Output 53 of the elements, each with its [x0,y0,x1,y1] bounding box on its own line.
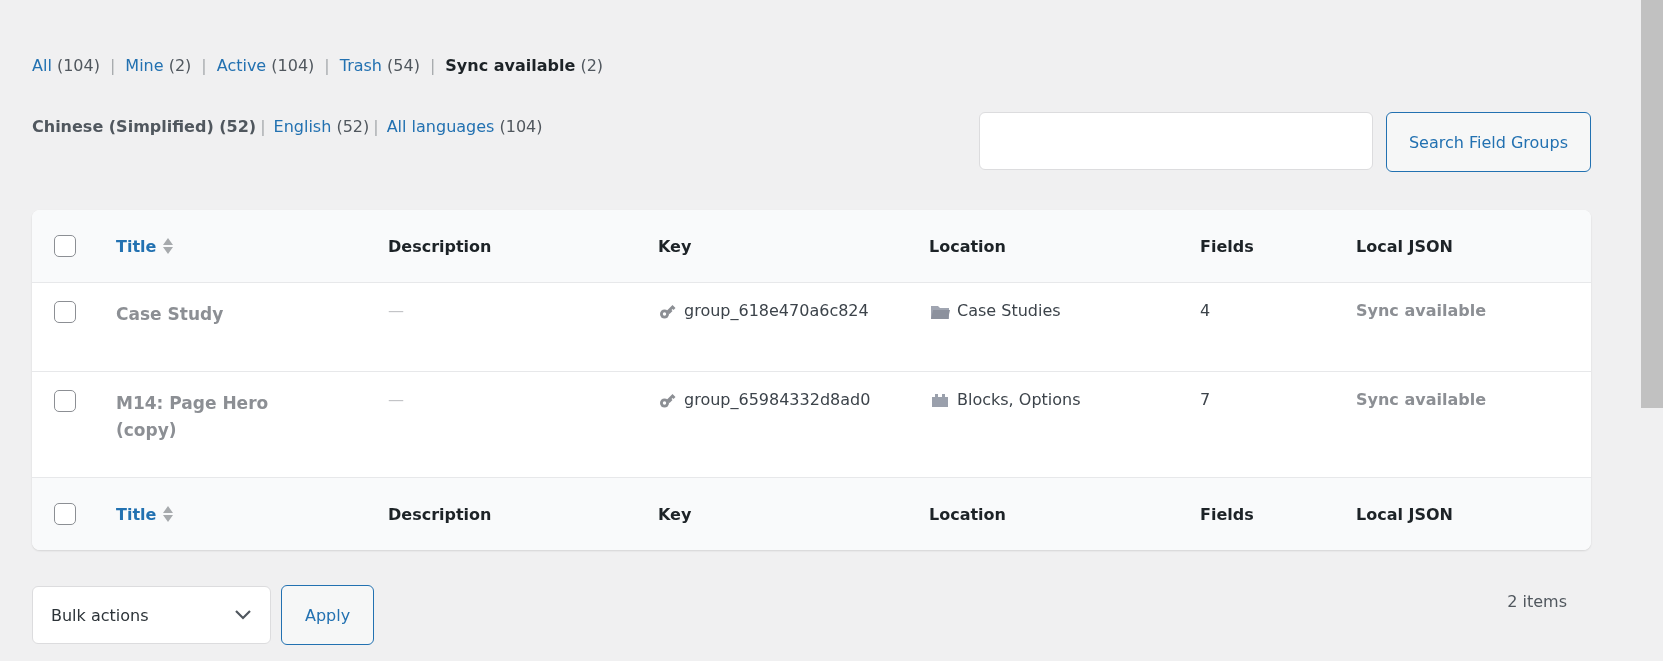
checkbox[interactable] [54,235,76,257]
separator: | [260,117,266,136]
column-header: Fields [1200,236,1254,256]
search-field[interactable] [978,112,1373,170]
separator: | [324,56,330,75]
key-icon [658,302,678,319]
scrollbar[interactable] [1641,0,1663,408]
filter-link[interactable]: Active (104) [216,56,315,75]
column-header: Key [658,504,692,524]
row-title-link[interactable]: Case Study [116,301,224,329]
column-header: Local JSON [1356,236,1453,256]
current-filter[interactable]: Sync available (2) [445,56,604,75]
chevron-down-icon [234,609,252,621]
apply-button[interactable]: Apply [281,585,375,645]
current-filter[interactable]: Chinese (Simplified) (52) [32,117,257,136]
column-header-link[interactable]: Title [116,236,157,256]
table-cell: group_618e470a6c824 [684,301,869,320]
sync-status: Sync available [1356,390,1486,409]
column-header: Location [929,236,1006,256]
table-cell: Blocks, Options [957,390,1081,409]
item-count: 2 items [1507,591,1567,611]
column-header: Location [929,504,1006,524]
column-header: Key [658,236,692,256]
row-title-link[interactable]: M14: Page Hero (copy) [116,390,306,445]
column-header-link[interactable]: Title [116,504,157,524]
table-cell: — [388,301,404,320]
checkbox[interactable] [54,503,76,525]
sync-status: Sync available [1356,301,1486,320]
separator: | [373,117,379,136]
sort-icon [162,237,175,255]
filter-link[interactable]: Trash (54) [339,56,420,75]
filter-link[interactable]: All languages (104) [386,117,543,136]
separator: | [109,56,116,75]
checkbox[interactable] [54,390,76,412]
separator: | [429,56,436,75]
search-button[interactable]: Search Field Groups [1385,112,1591,172]
separator: | [201,56,207,75]
sort-icon [162,505,175,523]
column-header: Description [388,504,492,524]
filter-link[interactable]: English (52) [273,117,370,136]
filter-link[interactable]: All (104) [32,56,100,75]
filter-link[interactable]: Mine (2) [125,56,192,75]
key-icon [658,391,678,408]
column-header: Description [388,236,492,256]
table-cell: Case Studies [957,301,1061,320]
bulk-actions-dropdown[interactable]: Bulk actions [32,586,271,644]
checkbox[interactable] [54,301,76,323]
table-cell: 4 [1200,301,1211,320]
table-cell: — [388,390,404,409]
column-header: Fields [1200,504,1254,524]
column-header: Local JSON [1356,504,1453,524]
table-cell: 7 [1200,390,1211,409]
table-cell: group_65984332d8ad0 [684,390,871,409]
